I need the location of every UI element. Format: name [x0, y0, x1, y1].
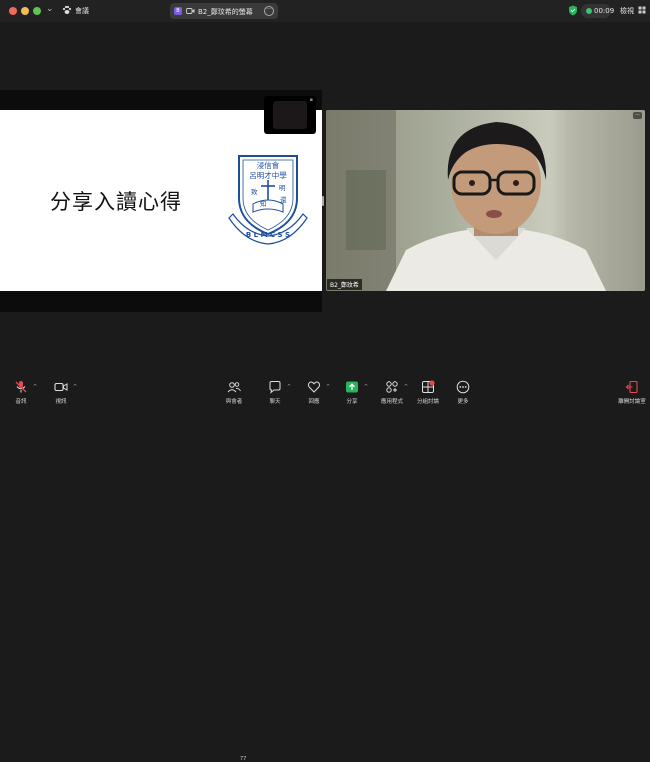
- chevron-down-icon[interactable]: ⌄: [46, 4, 54, 14]
- logo-char-right: 明: [279, 184, 286, 192]
- video-options-caret[interactable]: ^: [73, 384, 77, 390]
- school-crest-logo: 浸信會 呂明才中學 致 明 知 還 B L M C S S: [228, 155, 308, 245]
- self-view-thumbnail[interactable]: ▪: [264, 96, 316, 134]
- video-label: 視訊: [55, 399, 67, 405]
- participant-video-frame: [326, 110, 645, 291]
- participants-icon: [227, 382, 241, 393]
- chat-options-caret[interactable]: ^: [287, 384, 291, 390]
- meeting-toolbar: 音訊 ^ 視訊 ^ 與會者 77 聊天 ^ 回應 ^ 分享 ^ 應用程式 ^ 分…: [0, 372, 650, 762]
- share-screen-icon: [346, 381, 358, 393]
- more-button[interactable]: 更多: [443, 380, 483, 405]
- grid-view-icon[interactable]: [638, 6, 646, 14]
- slide-title: 分享入讀心得: [50, 190, 182, 214]
- reactions-options-caret[interactable]: ^: [326, 384, 330, 390]
- paw-icon: [62, 5, 72, 14]
- recording-timer: 00:09: [581, 4, 615, 18]
- video-options-icon[interactable]: ···: [633, 112, 642, 119]
- audio-label: 音訊: [15, 399, 27, 405]
- video-camera-icon: [54, 382, 68, 392]
- screen-share-indicator[interactable]: B B2_鄭玟希的螢幕 ···: [170, 3, 278, 19]
- participant-video-tile[interactable]: B2_鄭玟希 ···: [326, 110, 645, 291]
- chat-icon: [269, 381, 281, 394]
- participant-name-label: B2_鄭玟希: [327, 279, 362, 290]
- thumbnail-menu-icon[interactable]: ▪: [310, 97, 313, 103]
- logo-ribbon-text: B L M C S S: [246, 231, 290, 239]
- logo-top-text: 浸信會: [257, 160, 280, 170]
- share-label: 分享: [346, 399, 358, 405]
- zoom-window-button[interactable]: [33, 7, 41, 15]
- close-window-button[interactable]: [9, 7, 17, 15]
- timer-text: 00:09: [594, 7, 615, 15]
- title-bar: ⌄ 會議 B B2_鄭玟希的螢幕 ··· 00:09 檢視: [0, 0, 650, 22]
- reactions-label: 回應: [308, 399, 320, 405]
- video-camera-icon: [186, 8, 195, 14]
- minimize-window-button[interactable]: [21, 7, 29, 15]
- breakout-rooms-button[interactable]: 分組討論: [408, 380, 448, 405]
- self-view-video: [273, 101, 307, 129]
- more-options-icon[interactable]: ···: [264, 6, 274, 16]
- participants-label: 與會者: [225, 399, 243, 405]
- view-button[interactable]: 檢視: [620, 6, 634, 16]
- participants-button[interactable]: 與會者: [214, 380, 254, 405]
- resize-handle[interactable]: [322, 196, 324, 206]
- presentation-slide: 分享入讀心得 浸信會 呂明才中學 致 明 知 還 B L M C S S: [0, 110, 322, 291]
- meeting-title: 會議: [75, 7, 89, 15]
- participants-count: 77: [240, 756, 247, 762]
- apps-label: 應用程式: [380, 399, 403, 405]
- audio-options-caret[interactable]: ^: [33, 384, 37, 390]
- breakout-rooms-icon: [422, 380, 435, 393]
- more-icon: [456, 380, 470, 394]
- participant-badge: B: [174, 7, 182, 15]
- logo-char-left: 致: [251, 187, 258, 196]
- leave-room-label: 離開討論室: [618, 399, 646, 405]
- timer-status-icon: [586, 8, 592, 14]
- more-label: 更多: [457, 399, 469, 405]
- shield-check-icon[interactable]: [568, 5, 578, 16]
- share-options-caret[interactable]: ^: [364, 384, 368, 390]
- chat-label: 聊天: [269, 399, 281, 405]
- logo-school-name: 呂明才中學: [249, 170, 287, 180]
- apps-icon: [386, 381, 398, 393]
- breakout-rooms-label: 分組討論: [416, 399, 439, 405]
- microphone-muted-icon: [15, 381, 27, 393]
- share-owner-label: B2_鄭玟希的螢幕: [198, 8, 253, 16]
- leave-room-icon: [625, 380, 638, 394]
- leave-room-button[interactable]: 離開討論室: [612, 380, 650, 405]
- shared-screen: 分享入讀心得 浸信會 呂明才中學 致 明 知 還 B L M C S S ▪: [0, 90, 322, 312]
- heart-icon: [307, 381, 321, 393]
